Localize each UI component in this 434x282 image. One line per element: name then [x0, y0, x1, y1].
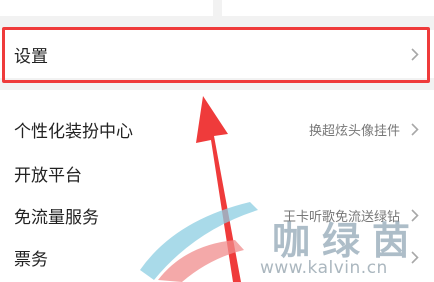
chevron-right-icon — [410, 47, 419, 61]
top-cards — [0, 0, 434, 16]
watermark-url: www.kalvin.cn — [260, 258, 388, 278]
menu-item-label: 个性化装扮中心 — [14, 121, 133, 142]
menu-item-label: 开放平台 — [14, 165, 82, 186]
settings-row[interactable]: 设置 — [0, 30, 434, 78]
settings-label: 设置 — [14, 46, 48, 67]
top-card-left[interactable] — [0, 0, 213, 16]
menu-item-open-platform[interactable]: 开放平台 — [0, 152, 434, 194]
menu-item-personalization[interactable]: 个性化装扮中心 换超炫头像挂件 — [0, 108, 434, 150]
menu-item-value: 换超炫头像挂件 — [308, 123, 400, 139]
menu-item-label: 免流量服务 — [14, 207, 99, 228]
menu-item-label: 票务 — [14, 249, 48, 270]
watermark-text: 咖绿茵 — [272, 219, 423, 263]
top-card-right[interactable] — [222, 0, 434, 16]
screen: 设置 个性化装扮中心 换超炫头像挂件 开放平台 免流量服务 王卡听歌免流送绿钻 … — [0, 0, 434, 282]
chevron-right-icon — [410, 122, 419, 136]
watermark-logo-icon — [140, 202, 258, 282]
